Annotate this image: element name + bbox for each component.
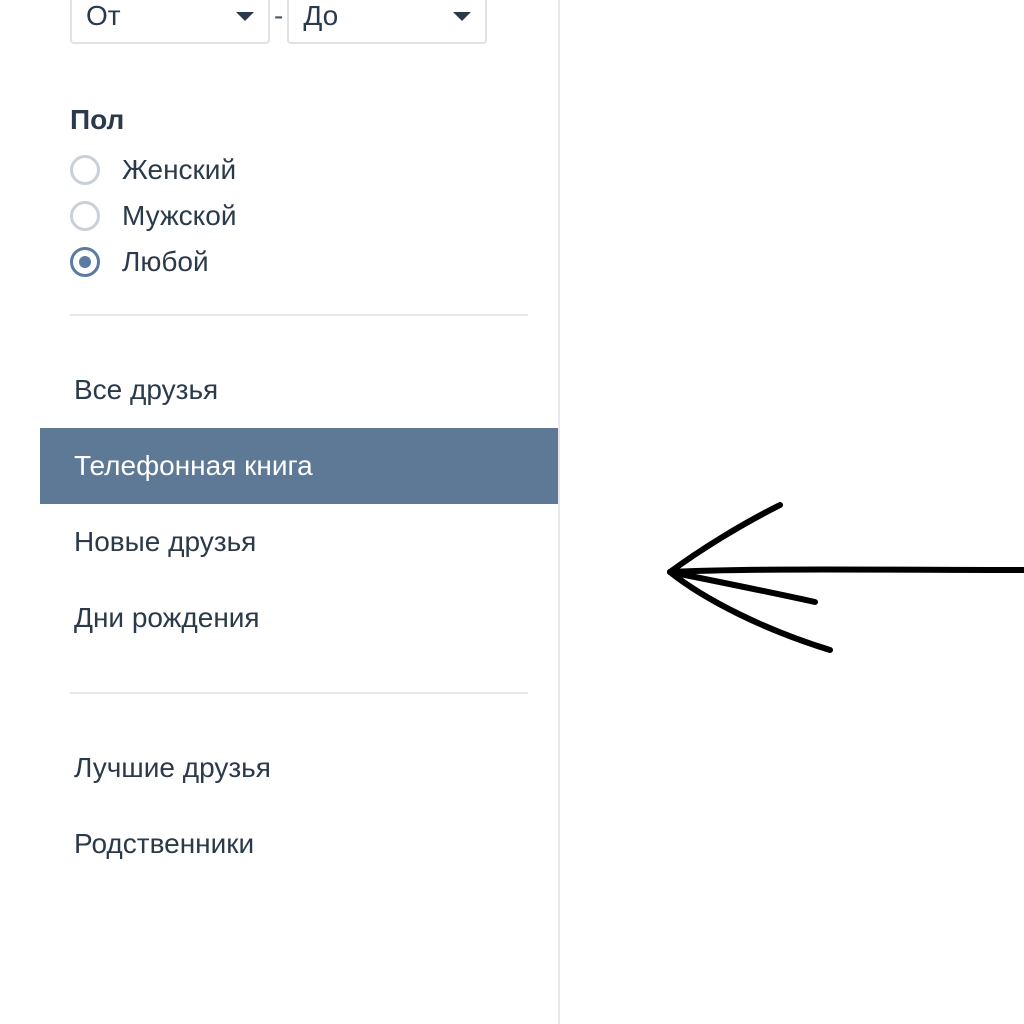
gender-option-any[interactable]: Любой — [70, 246, 528, 278]
range-dash: - — [274, 0, 283, 32]
divider — [70, 692, 528, 694]
range-from-dropdown[interactable]: От — [70, 0, 270, 44]
filters-sidebar: От - До Пол Женский Мужской Любой Все др… — [40, 0, 560, 1024]
gender-option-male[interactable]: Мужской — [70, 200, 528, 232]
radio-icon — [70, 247, 100, 277]
gender-radio-group: Женский Мужской Любой — [40, 154, 558, 278]
gender-label: Любой — [122, 246, 209, 278]
list-relatives[interactable]: Родственники — [40, 806, 558, 882]
caret-down-icon — [236, 12, 254, 21]
gender-label: Женский — [122, 154, 236, 186]
caret-down-icon — [453, 12, 471, 21]
tab-birthdays[interactable]: Дни рождения — [40, 580, 558, 656]
list-best-friends[interactable]: Лучшие друзья — [40, 730, 558, 806]
tab-new-friends[interactable]: Новые друзья — [40, 504, 558, 580]
arrow-annotation-icon — [630, 490, 1024, 670]
gender-label: Мужской — [122, 200, 236, 232]
range-to-label: До — [303, 0, 338, 32]
tab-all-friends[interactable]: Все друзья — [40, 352, 558, 428]
gender-title: Пол — [40, 104, 558, 136]
radio-icon — [70, 201, 100, 231]
divider — [70, 314, 528, 316]
range-to-dropdown[interactable]: До — [287, 0, 487, 44]
age-range-row: От - До — [40, 0, 558, 44]
friends-lists: Лучшие друзья Родственники — [40, 730, 558, 882]
range-from-label: От — [86, 0, 121, 32]
gender-option-female[interactable]: Женский — [70, 154, 528, 186]
friends-tabs: Все друзья Телефонная книга Новые друзья… — [40, 352, 558, 656]
radio-icon — [70, 155, 100, 185]
tab-phonebook[interactable]: Телефонная книга — [40, 428, 558, 504]
